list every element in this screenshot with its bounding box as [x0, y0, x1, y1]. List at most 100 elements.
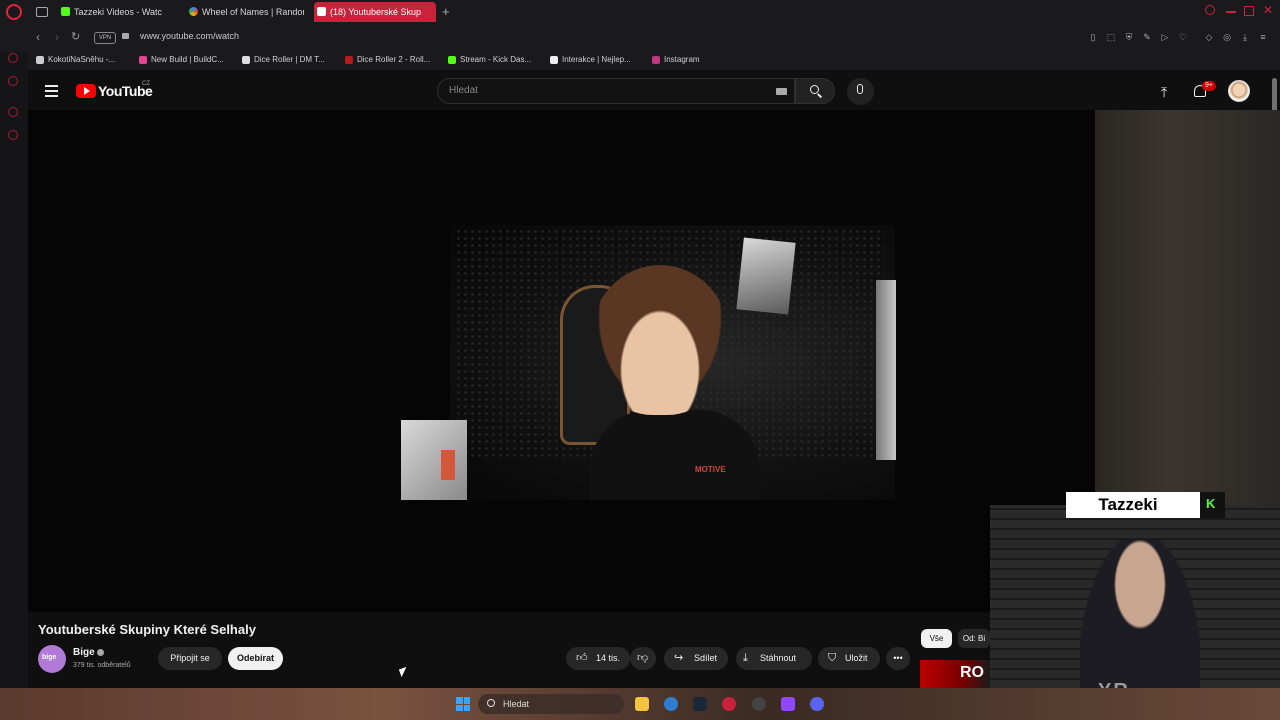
channel-avatar[interactable]: bige: [38, 645, 66, 673]
sidebar-workspaces-icon[interactable]: [8, 76, 18, 86]
tab-youtube-active[interactable]: (18) Youtuberské Skup: [314, 2, 436, 22]
promo-text: RO: [960, 664, 984, 681]
download-label: Stáhnout: [760, 653, 797, 663]
chip-all[interactable]: Vše: [921, 629, 952, 648]
maximize-icon[interactable]: [1244, 6, 1254, 16]
video-title: Youtuberské Skupiny Které Selhaly: [38, 622, 256, 637]
save-button[interactable]: ⛉ Uložit: [818, 647, 880, 670]
light-panel: [876, 280, 896, 460]
share-arrow-icon: ↪: [674, 652, 684, 664]
tab-label: (18) Youtuberské Skup: [330, 7, 422, 17]
tab-label: Tazzeki Videos - Watc: [74, 7, 163, 17]
tab-label: Wheel of Names | Random: [202, 7, 304, 17]
play-icon[interactable]: ▷: [1160, 32, 1170, 42]
share-button[interactable]: ↪ Sdílet: [664, 647, 728, 670]
voice-search-mic-icon[interactable]: [847, 78, 874, 105]
speaker-icon: [317, 7, 326, 16]
browser-sidebar: [0, 52, 28, 688]
workspaces-icon[interactable]: [36, 7, 48, 17]
steam-icon[interactable]: [693, 697, 707, 711]
chip-from-channel[interactable]: Od: Bi: [958, 629, 990, 648]
keyboard-icon[interactable]: [776, 88, 787, 95]
bookmark-item[interactable]: Stream - Kick Das...: [448, 55, 531, 64]
download-icon[interactable]: ⤓: [1240, 32, 1250, 42]
extensions-icon[interactable]: ◇: [1204, 32, 1214, 42]
bookmark-favicon-icon: [345, 56, 353, 64]
mouse-cursor-icon: [398, 666, 410, 678]
promo-banner[interactable]: RO: [920, 660, 990, 688]
subscribe-button[interactable]: Odebírat: [228, 647, 283, 670]
sidebar-settings-icon[interactable]: [8, 130, 18, 140]
download-arrow-icon: ⤓: [743, 652, 748, 664]
opera-logo-icon[interactable]: [6, 4, 22, 20]
verified-check-icon: [97, 649, 104, 656]
back-icon[interactable]: ‹: [36, 30, 40, 44]
more-actions-button[interactable]: •••: [886, 647, 910, 670]
streamer-name-plate: Tazzeki: [1066, 492, 1200, 518]
reload-icon[interactable]: ↻: [71, 30, 80, 43]
save-label: Uložit: [845, 653, 868, 663]
bookmark-save-icon: ⛉: [828, 652, 837, 664]
sidebar-speed-dial-icon[interactable]: [8, 53, 18, 63]
bookmark-favicon-icon: [139, 56, 147, 64]
hamburger-menu-icon[interactable]: [45, 85, 58, 100]
bookmark-item[interactable]: New Build | BuildC...: [139, 55, 224, 64]
taskbar-search-box[interactable]: [478, 694, 624, 714]
bookmark-item[interactable]: KokotiNaSněhu -...: [36, 55, 115, 64]
url-field[interactable]: www.youtube.com/watch: [140, 31, 239, 41]
new-tab-plus-icon[interactable]: +: [442, 4, 450, 19]
bookmark-item[interactable]: Dice Roller | DM T...: [242, 55, 325, 64]
kick-favicon-icon: [61, 7, 70, 16]
taskbar-search-icon: [487, 699, 495, 707]
webcam-person: [1080, 540, 1200, 688]
bookmark-item[interactable]: Instagram: [652, 55, 700, 64]
youtube-logo-icon[interactable]: [76, 84, 96, 98]
bookmark-favicon-icon: [242, 56, 250, 64]
opera-taskbar-icon[interactable]: [722, 697, 736, 711]
profile-icon[interactable]: ◎: [1222, 32, 1232, 42]
download-button[interactable]: ⤓ Stáhnout: [736, 647, 812, 670]
channel-avatar-text: bige: [42, 654, 57, 661]
like-button[interactable]: 👍︎ 14 tis.: [566, 647, 630, 670]
close-window-icon[interactable]: ✕: [1263, 3, 1273, 17]
more-dots-icon: •••: [893, 653, 903, 663]
account-avatar[interactable]: [1228, 80, 1250, 102]
twitch-icon[interactable]: [781, 697, 795, 711]
bookmark-label: New Build | BuildC...: [151, 55, 224, 64]
file-explorer-icon[interactable]: [635, 697, 649, 711]
snapshot-icon[interactable]: ⬚: [1106, 32, 1116, 42]
search-placeholder: Hledat: [449, 85, 478, 96]
obs-icon[interactable]: [752, 697, 766, 711]
bookmark-label: Dice Roller | DM T...: [254, 55, 325, 64]
search-input[interactable]: [437, 78, 795, 104]
vpn-badge[interactable]: VPN: [94, 32, 116, 44]
forward-icon[interactable]: ›: [55, 30, 59, 44]
dislike-button[interactable]: 👎︎: [630, 647, 656, 670]
tab-tazzeki-videos[interactable]: Tazzeki Videos - Watc: [58, 2, 176, 22]
join-button[interactable]: Připojit se: [158, 647, 222, 670]
create-upload-icon[interactable]: ⤒: [1161, 84, 1167, 101]
subscriber-count: 379 tis. odběratelů: [73, 662, 131, 669]
windows-start-icon[interactable]: [456, 697, 470, 711]
bookmark-label: Instagram: [664, 55, 700, 64]
discord-icon[interactable]: [810, 697, 824, 711]
bookmark-page-icon[interactable]: ▯: [1088, 32, 1098, 42]
video-side-wall: [1095, 110, 1280, 510]
tab-wheel-of-names[interactable]: Wheel of Names | Random: [186, 2, 304, 22]
bookmark-item[interactable]: Interakce | Nejlep...: [550, 55, 631, 64]
country-code: CZ: [142, 81, 150, 87]
translate-icon[interactable]: ✎: [1142, 32, 1152, 42]
instagram-favicon-icon: [652, 56, 660, 64]
sidebar-history-icon[interactable]: [8, 107, 18, 117]
channel-name[interactable]: Bige: [73, 647, 95, 658]
lock-icon[interactable]: [122, 33, 129, 39]
edge-icon[interactable]: [664, 697, 678, 711]
search-tabs-icon[interactable]: [1205, 5, 1215, 15]
bookmark-label: Dice Roller 2 - Roll...: [357, 55, 431, 64]
menu-icon[interactable]: ≡: [1258, 32, 1268, 42]
minimize-icon[interactable]: [1226, 11, 1236, 13]
bookmark-favicon-icon: [36, 56, 44, 64]
heart-icon[interactable]: ♡: [1178, 32, 1188, 42]
adblock-shield-icon[interactable]: ⛨: [1124, 32, 1134, 42]
bookmark-item[interactable]: Dice Roller 2 - Roll...: [345, 55, 430, 64]
